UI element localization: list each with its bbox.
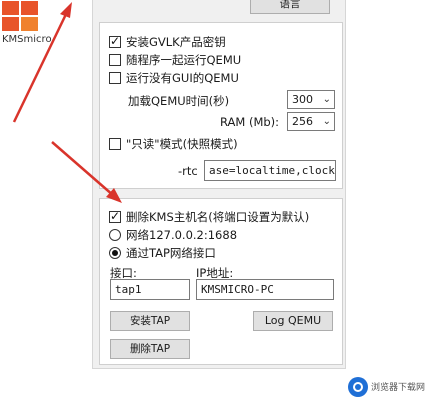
annotation-arrows [12,2,122,203]
watermark-logo: 浏览器下载网 [347,375,429,399]
watermark-text: 浏览器下载网 [371,383,426,393]
arrow-to-delete-kms [51,141,122,203]
browser-logo-icon [348,377,368,397]
arrow-to-icon [12,2,72,123]
